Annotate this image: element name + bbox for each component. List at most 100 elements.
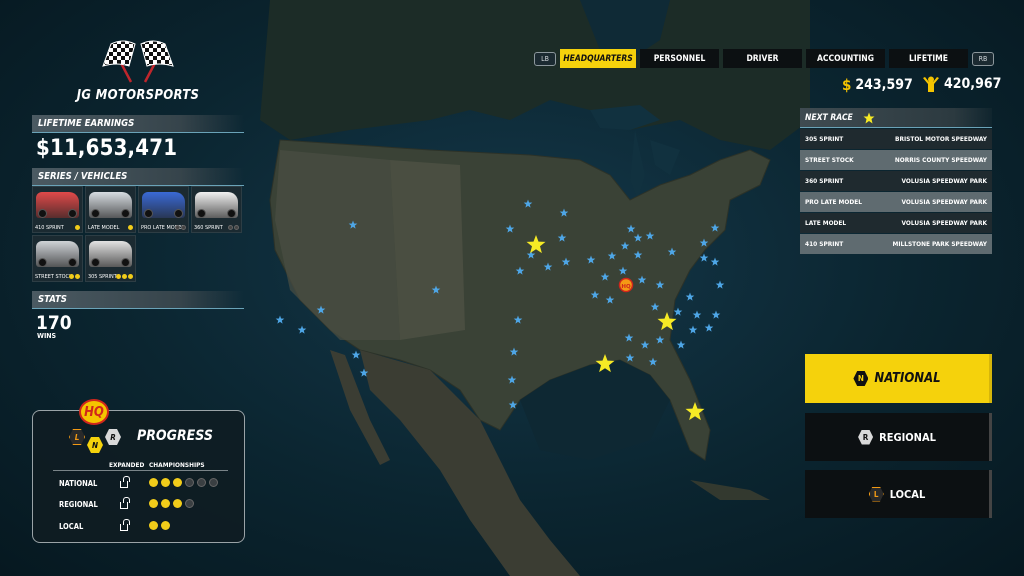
vehicle-label: LATE MODEL <box>88 225 120 231</box>
money-value: 243,597 <box>855 77 913 93</box>
championship-dot <box>149 478 158 487</box>
track-star-icon[interactable] <box>685 292 695 301</box>
next-race-header: NEXT RACE <box>800 108 992 128</box>
next-race-row[interactable]: 410 SPRINT MILLSTONE PARK SPEEDWAY <box>800 234 992 254</box>
canada-land <box>260 0 810 150</box>
vehicle-label: 360 SPRINT <box>194 225 223 231</box>
championship-dot <box>161 499 170 508</box>
hq-badge: HQ <box>79 399 109 425</box>
lifetime-earnings-value: $11,653,471 <box>36 136 178 161</box>
championship-dot <box>128 225 133 230</box>
race-series: 360 SPRINT <box>805 177 844 185</box>
progress-panel: HQ L N R PROGRESS EXPANDED CHAMPIONSHIPS… <box>32 399 245 543</box>
local-button[interactable]: L LOCAL <box>805 470 992 518</box>
race-venue: BRISTOL MOTOR SPEEDWAY <box>895 135 987 143</box>
vehicle-card[interactable]: PRO LATE MODEL <box>138 186 189 233</box>
tab-personnel[interactable]: PERSONNEL <box>640 49 719 68</box>
championship-dot <box>185 499 194 508</box>
championship-dot <box>161 521 170 530</box>
vehicle-card[interactable]: STREET STOCK <box>32 235 83 282</box>
track-star-icon[interactable] <box>711 310 721 319</box>
championship-dots <box>149 478 218 487</box>
track-star-icon[interactable] <box>275 315 285 324</box>
hq-marker-label: HQ <box>621 284 631 290</box>
tab-list: HEADQUARTERS PERSONNEL DRIVER ACCOUNTING LIF… <box>560 49 968 68</box>
tab-accounting[interactable]: ACCOUNTING <box>806 49 885 68</box>
unlock-icon <box>120 519 130 531</box>
car-wheel <box>227 209 236 218</box>
progress-row-label: NATIONAL <box>59 479 98 488</box>
next-race-row[interactable]: 305 SPRINT BRISTOL MOTOR SPEEDWAY <box>800 129 992 149</box>
car-wheel <box>68 258 77 267</box>
track-star-icon[interactable] <box>676 340 686 349</box>
race-series: STREET STOCK <box>805 156 854 164</box>
hq-marker[interactable]: HQ <box>618 277 634 293</box>
championship-dot <box>75 225 80 230</box>
lake-huron <box>650 140 680 175</box>
vehicle-card[interactable]: 360 SPRINT <box>191 186 242 233</box>
unlock-icon <box>120 497 130 509</box>
tab-lifetime[interactable]: LIFETIME <box>889 49 968 68</box>
team-brand: JG MOTORSPORTS <box>32 36 244 103</box>
track-star-icon[interactable] <box>715 280 725 289</box>
race-venue: MILLSTONE PARK SPEEDWAY <box>892 240 987 248</box>
vehicle-card[interactable]: 305 SPRINT <box>85 235 136 282</box>
national-icon: N <box>853 371 869 386</box>
vehicle-card[interactable]: LATE MODEL <box>85 186 136 233</box>
vehicle-championship-dots <box>128 225 133 230</box>
championship-dot <box>197 478 206 487</box>
vehicle-label: 410 SPRINT <box>35 225 64 231</box>
vehicle-card[interactable]: 410 SPRINT <box>32 186 83 233</box>
vehicle-grid: 410 SPRINT LATE MODEL PRO LATE MODEL 360 SP… <box>32 186 242 282</box>
lb-button-hint[interactable]: LB <box>534 51 556 66</box>
championship-dot <box>128 274 133 279</box>
western-terrain <box>275 150 400 340</box>
vehicle-championship-dots <box>69 274 80 279</box>
track-star-icon[interactable] <box>710 257 720 266</box>
cuba-land <box>690 480 770 500</box>
rb-button-hint[interactable]: RB <box>972 51 994 66</box>
progress-row-label: REGIONAL <box>59 500 98 509</box>
next-race-row[interactable]: PRO LATE MODEL VOLUSIA SPEEDWAY PARK <box>800 192 992 212</box>
regional-button[interactable]: R REGIONAL <box>805 413 992 461</box>
tab-driver[interactable]: DRIVER <box>723 49 802 68</box>
championship-dot <box>209 478 218 487</box>
car-wheel <box>38 209 47 218</box>
race-venue: VOLUSIA SPEEDWAY PARK <box>901 198 988 206</box>
tab-headquarters[interactable]: HEADQUARTERS <box>560 49 636 68</box>
championship-dot <box>181 225 186 230</box>
vehicle-label: STREET STOCK <box>35 274 73 280</box>
dollar-icon: $ <box>842 76 852 94</box>
track-star-icon[interactable] <box>692 310 702 319</box>
national-button[interactable]: N NATIONAL <box>805 354 992 403</box>
championship-dot <box>173 499 182 508</box>
stats-header: STATS <box>32 291 244 309</box>
stats-wins-value: 170 <box>36 312 72 334</box>
championship-dot <box>175 225 180 230</box>
championship-dot <box>149 521 158 530</box>
vehicle-championship-dots <box>116 274 133 279</box>
race-venue: VOLUSIA SPEEDWAY PARK <box>901 219 988 227</box>
track-star-icon[interactable] <box>704 323 714 332</box>
regional-icon: R <box>858 429 874 445</box>
track-star-icon[interactable] <box>297 325 307 334</box>
expanded-column-header: EXPANDED <box>109 461 145 469</box>
championship-dots <box>149 499 194 508</box>
vehicle-championship-dots <box>75 225 80 230</box>
championships-column-header: CHAMPIONSHIPS <box>149 461 205 469</box>
championship-dot <box>116 274 121 279</box>
next-race-row[interactable]: STREET STOCK NORRIS COUNTY SPEEDWAY <box>800 150 992 170</box>
track-star-icon[interactable] <box>351 350 361 359</box>
car-wheel <box>121 209 130 218</box>
series-vehicles-header: SERIES / VEHICLES <box>32 168 244 186</box>
tab-bar: LB HEADQUARTERS PERSONNEL DRIVER ACCOUNTING… <box>534 49 994 68</box>
us-map[interactable]: HQ <box>250 0 810 576</box>
next-race-row[interactable]: 360 SPRINT VOLUSIA SPEEDWAY PARK <box>800 171 992 191</box>
checkered-flags-icon <box>93 36 183 86</box>
track-star-icon[interactable] <box>688 325 698 334</box>
next-race-row[interactable]: LATE MODEL VOLUSIA SPEEDWAY PARK <box>800 213 992 233</box>
vehicle-championship-dots <box>228 225 239 230</box>
lake-michigan <box>630 130 645 200</box>
car-wheel <box>68 209 77 218</box>
track-star-icon[interactable] <box>673 307 683 316</box>
